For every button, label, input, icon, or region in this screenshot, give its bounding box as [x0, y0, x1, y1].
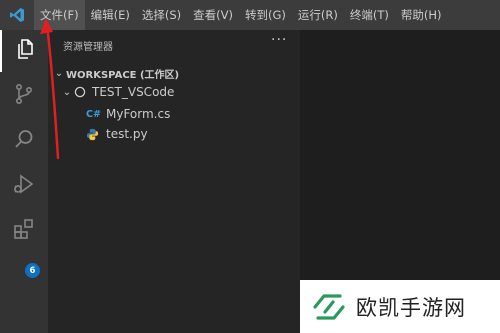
- extensions-button[interactable]: [0, 210, 48, 252]
- menu-run[interactable]: 运行(R): [292, 0, 344, 30]
- python-icon: [86, 128, 106, 141]
- workspace-section[interactable]: ⌄ WORKSPACE (工作区): [48, 63, 300, 83]
- folder-label: TEST_VSCode: [92, 85, 175, 99]
- menu-edit[interactable]: 编辑(E): [85, 0, 136, 30]
- menu-selection[interactable]: 选择(S): [136, 0, 187, 30]
- run-debug-icon: [12, 172, 36, 200]
- explorer-button[interactable]: [0, 30, 48, 72]
- file-row[interactable]: C# MyForm.cs: [48, 104, 300, 124]
- menu-go[interactable]: 转到(G): [239, 0, 292, 30]
- sidebar-title: 资源管理器: [63, 42, 113, 53]
- menu-help[interactable]: 帮助(H): [395, 0, 448, 30]
- chevron-down-icon: ⌄: [54, 67, 64, 79]
- watermark-text: 欧凯手游网: [356, 295, 466, 320]
- menu-bar: 文件(F) 编辑(E) 选择(S) 查看(V) 转到(G) 运行(R) 终端(T…: [0, 0, 500, 30]
- source-control-icon: [12, 82, 36, 110]
- file-label: MyForm.cs: [106, 107, 171, 121]
- csharp-icon: C#: [86, 108, 101, 120]
- extensions-icon: [12, 217, 36, 245]
- menu-view[interactable]: 查看(V): [187, 0, 239, 30]
- file-row[interactable]: test.py: [48, 124, 300, 144]
- explorer-sidebar: 资源管理器 ··· ⌄ WORKSPACE (工作区) ⌄ TEST_VSCod…: [48, 30, 300, 333]
- vscode-logo-icon: [0, 0, 34, 30]
- search-button[interactable]: [0, 120, 48, 162]
- files-icon: [13, 37, 37, 65]
- chevron-down-icon: ⌄: [62, 86, 72, 98]
- folder-root-icon: [74, 86, 86, 98]
- activity-bar: 6: [0, 30, 48, 333]
- folder-row[interactable]: ⌄ TEST_VSCode: [48, 82, 300, 102]
- source-control-button[interactable]: [0, 75, 48, 117]
- file-label: test.py: [106, 127, 148, 141]
- extensions-badge: 6: [25, 263, 40, 278]
- menu-file[interactable]: 文件(F): [34, 0, 85, 30]
- watermark-logo-icon: [310, 292, 348, 322]
- menu-terminal[interactable]: 终端(T): [344, 0, 395, 30]
- search-icon: [12, 127, 36, 155]
- site-watermark: 欧凯手游网: [300, 280, 500, 333]
- more-actions-button[interactable]: ···: [271, 32, 287, 48]
- workspace-label: WORKSPACE (工作区): [66, 69, 180, 81]
- run-debug-button[interactable]: [0, 165, 48, 207]
